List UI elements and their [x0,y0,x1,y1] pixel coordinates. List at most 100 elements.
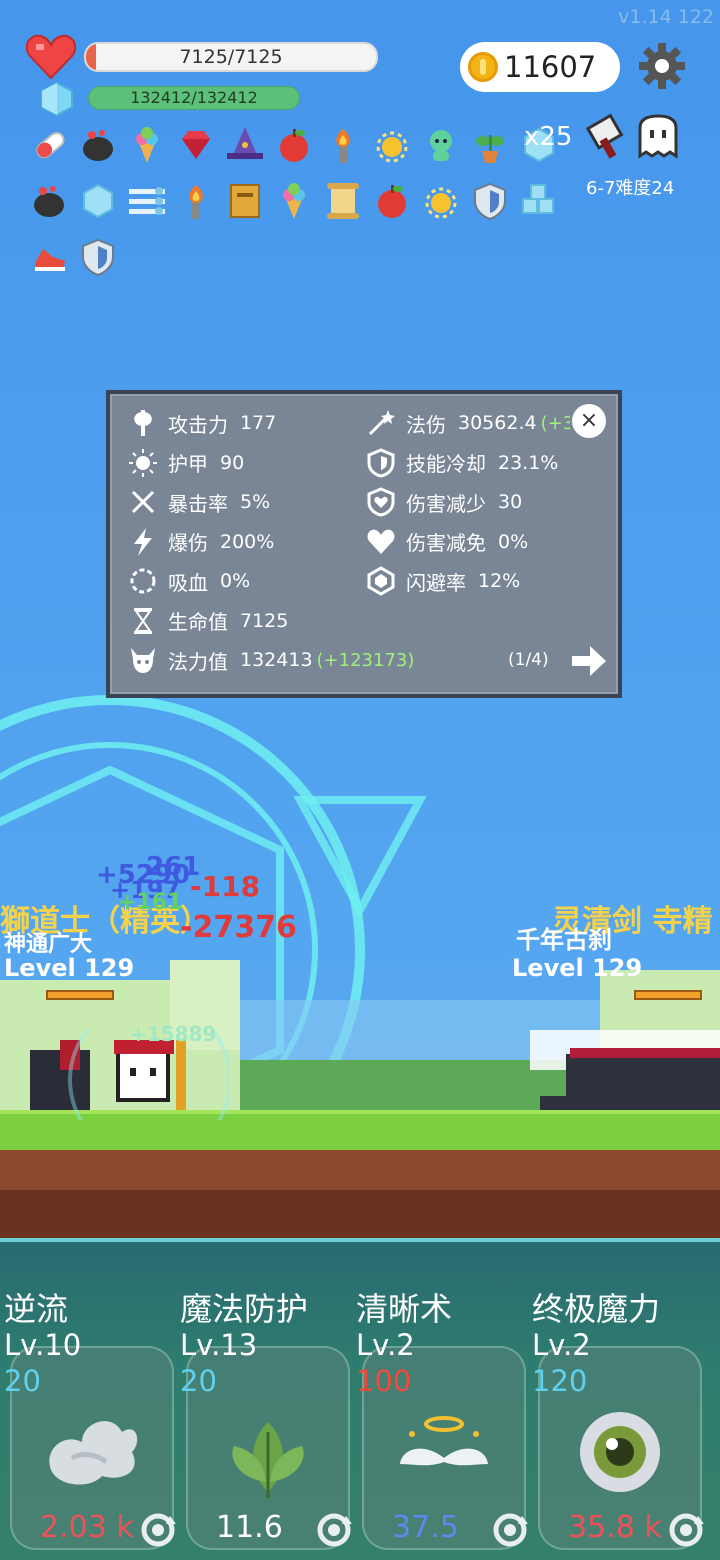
mana-text: 132412/132412 [130,88,258,107]
heart-shield-icon [366,487,396,517]
enemy-hp-mini [634,990,702,1000]
potted-plant-icon[interactable] [467,122,513,168]
arrow-right-icon[interactable] [572,646,606,676]
stat-value: 132413 [240,649,313,671]
skill-slot[interactable]: 逆流 Lv.10 20 2.03 k [0,1284,176,1554]
running-shoe-icon[interactable] [26,234,72,280]
stat-label: 攻击力 [168,412,228,437]
hp-bar: 7125/7125 [84,42,378,72]
shield-outline-icon [366,447,396,478]
spirit-icon[interactable] [418,122,464,168]
spellbook-icon[interactable] [222,178,268,224]
skill-level: Lv.2 [356,1328,415,1362]
stat-label: 生命值 [168,610,228,634]
sun-orb-icon[interactable] [369,122,415,168]
stat-value: 30 [498,491,523,513]
upgrade-cycle-icon[interactable] [316,1512,352,1548]
angel-halo-icon [394,1402,494,1502]
skill-level: Lv.10 [4,1328,82,1362]
upgrade-cycle-icon[interactable] [668,1512,704,1548]
torch-icon[interactable] [320,122,366,168]
speed-lines-icon[interactable] [124,178,170,224]
close-button[interactable]: × [572,404,606,438]
skill-name: 终极魔力 [532,1290,661,1328]
apple-icon[interactable] [369,178,415,224]
cleaver-icon [586,113,624,159]
stat-value: 0% [498,530,529,553]
stage-indicator[interactable] [586,112,686,166]
player-level: Level 129 [4,954,135,982]
mana-bar: 132412/132412 [88,86,300,110]
stat-label: 法伤 [406,412,446,437]
upgrade-cycle-icon[interactable] [140,1512,176,1548]
stat-value: 90 [220,451,245,474]
stat-row: 暴击率 5% [128,487,270,517]
enemy-character[interactable] [530,1030,720,1114]
skill-slot[interactable]: 魔法防护 Lv.13 20 11.6 [176,1284,352,1554]
shield-icon[interactable] [75,234,121,280]
ground-dirt-deep [0,1190,720,1240]
game-screen: v1.14 122 7125/7125 132412/132412 11607 [0,0,720,1560]
stat-label: 伤害减少 [406,491,486,516]
skill-mana-cost: 20 [4,1364,41,1398]
enemy-level: Level 129 [512,954,643,982]
player-hp-mini [46,990,114,1000]
stat-row: 伤害减免 0% [366,527,528,557]
skill-level: Lv.2 [532,1328,591,1362]
stat-row: 技能冷却 23.1% [366,447,558,478]
shield-icon[interactable] [467,178,513,224]
skill-mana-cost: 100 [356,1364,412,1398]
damage-number: +15889 [130,1022,217,1046]
scroll-icon[interactable] [320,178,366,224]
ice-cubes-icon[interactable] [516,178,562,224]
skill-level: Lv.13 [180,1328,258,1362]
demon-skull-icon [128,645,158,675]
skill-slot[interactable]: 终极魔力 Lv.2 120 35.8 k [528,1284,704,1554]
buff-row-3 [26,234,121,280]
stat-label: 技能冷却 [406,452,486,476]
skill-upgrade-price: 35.8 k [568,1510,662,1545]
stat-label: 护甲 [168,452,208,476]
ice-cream-icon[interactable] [124,122,170,168]
crit-icon [128,487,158,517]
skill-slot[interactable]: 清晰术 Lv.2 100 37.5 [352,1284,528,1554]
skill-mana-cost: 120 [532,1364,588,1398]
ice-cream-icon[interactable] [271,178,317,224]
lightning-icon [128,527,158,557]
gear-icon[interactable] [638,42,686,90]
wind-cloud-icon [42,1402,142,1502]
coin-value: 11607 [504,50,597,84]
stat-row: 法伤 30562.4 (+3 [366,408,570,438]
wizard-hat-icon[interactable] [222,122,268,168]
stat-value: 5% [240,491,271,513]
hourglass-icon [128,606,158,636]
magic-wand-icon [366,408,396,438]
stat-value: 30562.4 [458,412,537,434]
buff-row-2 [26,178,562,224]
stat-value: 177 [240,412,277,434]
sun-orb-icon[interactable] [418,178,464,224]
capsule-icon[interactable] [26,122,72,168]
stat-row: 生命值 7125 [128,606,288,636]
hexagon-icon [366,566,396,596]
stat-label: 闪避率 [406,570,466,595]
apple-icon[interactable] [271,122,317,168]
axe-icon [128,408,158,438]
hp-text: 7125/7125 [179,46,283,68]
stat-value: 0% [220,570,251,592]
mana-crystal-icon [41,82,73,116]
ice-cube-icon[interactable] [75,178,121,224]
cauldron-icon[interactable] [26,178,72,224]
buff-stack-count: x25 [524,122,573,152]
stat-label: 伤害减免 [406,531,486,555]
ruby-icon[interactable] [173,122,219,168]
cauldron-icon[interactable] [75,122,121,168]
skill-name: 逆流 [4,1290,69,1328]
upgrade-cycle-icon[interactable] [492,1512,528,1548]
stat-value: 7125 [240,609,289,632]
sun-icon [128,448,158,478]
torch-icon[interactable] [173,178,219,224]
stat-label: 暴击率 [168,491,228,516]
eye-orb-icon [570,1402,670,1502]
stat-label: 吸血 [168,570,208,595]
